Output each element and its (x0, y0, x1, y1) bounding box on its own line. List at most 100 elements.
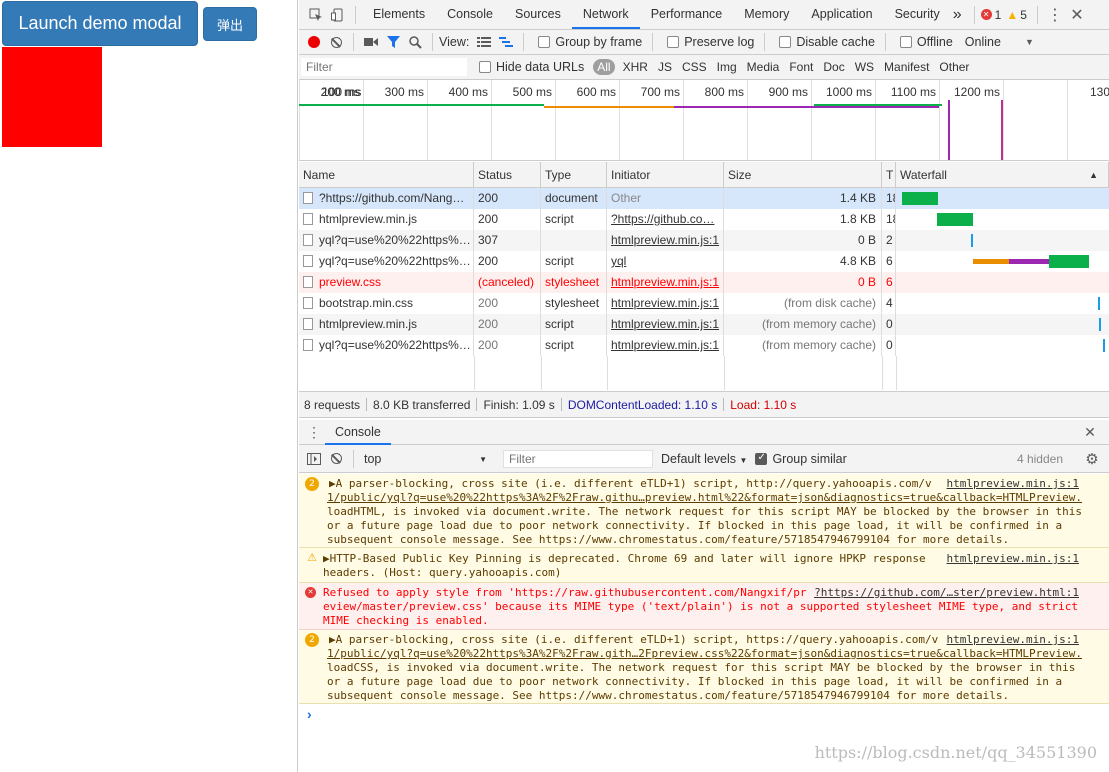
table-row[interactable]: htmlpreview.min.js 200 script htmlprevie… (299, 314, 1109, 335)
network-overview-timeline[interactable]: 100 ms 200 ms 300 ms 400 ms 500 ms 600 m… (299, 80, 1109, 161)
clear-console-icon[interactable] (325, 448, 347, 470)
table-row[interactable]: preview.css (canceled) stylesheet htmlpr… (299, 272, 1109, 293)
hide-data-urls-checkbox[interactable] (479, 61, 491, 73)
preserve-log-checkbox[interactable] (667, 36, 680, 48)
table-row[interactable]: yql?q=use%20%22https%… 200 script yql 4.… (299, 251, 1109, 272)
message-text[interactable]: 1/public/yql?q=use%20%22https%3A%2F%2Fra… (327, 491, 1082, 505)
request-size: 0 B (724, 230, 882, 251)
col-waterfall[interactable]: Waterfall ▲ (896, 162, 1109, 188)
error-counter[interactable]: ✕ 1 ▲ 5 (980, 7, 1027, 22)
request-time: 4 (882, 293, 896, 314)
console-settings-gear-icon[interactable]: ⚙ (1081, 448, 1103, 470)
console-message-warning[interactable]: 2 ▶A parser-blocking, cross site (i.e. d… (299, 630, 1109, 704)
type-filter-manifest[interactable]: Manifest (879, 60, 934, 74)
request-initiator[interactable]: htmlpreview.min.js:1 (607, 272, 724, 293)
show-sidebar-icon[interactable] (303, 448, 325, 470)
inspect-element-icon[interactable] (305, 4, 327, 26)
type-filter-other[interactable]: Other (934, 60, 974, 74)
console-message-warning[interactable]: ⚠ ▶HTTP-Based Public Key Pinning is depr… (299, 548, 1109, 583)
console-prompt-area[interactable]: › https://blog.csdn.net/qq_34551390 (299, 704, 1109, 772)
search-icon[interactable] (404, 31, 426, 53)
tab-console-drawer[interactable]: Console (325, 420, 391, 445)
console-message-warning[interactable]: 2 ▶A parser-blocking, cross site (i.e. d… (299, 474, 1109, 548)
clear-icon[interactable] (325, 31, 347, 53)
chevron-down-icon: ▼ (739, 455, 748, 465)
log-levels-select[interactable]: Default levels ▼ (661, 452, 747, 466)
col-time[interactable]: T (882, 162, 896, 188)
disable-cache-checkbox[interactable] (779, 36, 792, 48)
message-source-link[interactable]: htmlpreview.min.js:1 (947, 633, 1079, 647)
waterfall-overview-icon[interactable] (495, 31, 517, 53)
waterfall-bar (937, 213, 973, 226)
warning-icon: ▲ (1006, 7, 1019, 22)
more-tabs-icon[interactable]: » (953, 6, 962, 24)
close-drawer-icon[interactable]: ✕ (1079, 421, 1101, 443)
type-filter-doc[interactable]: Doc (818, 60, 849, 74)
drawer-menu-icon[interactable]: ⋮ (303, 421, 325, 443)
message-text: Refused to apply style from 'https://raw… (323, 586, 807, 599)
tab-security[interactable]: Security (884, 0, 951, 29)
col-type[interactable]: Type (541, 162, 607, 188)
message-text[interactable]: 1/public/yql?q=use%20%22https%3A%2F%2Fra… (327, 647, 1082, 661)
context-select[interactable]: top ▼ (360, 452, 495, 466)
filter-input[interactable] (301, 58, 467, 76)
message-source-link[interactable]: htmlpreview.min.js:1 (947, 477, 1079, 491)
tab-memory[interactable]: Memory (733, 0, 800, 29)
console-message-error[interactable]: ✕ Refused to apply style from 'https://r… (299, 583, 1109, 630)
table-row[interactable]: bootstrap.min.css 200 stylesheet htmlpre… (299, 293, 1109, 314)
customize-menu-icon[interactable]: ⋮ (1044, 4, 1066, 26)
record-icon[interactable] (303, 31, 325, 53)
type-filter-css[interactable]: CSS (677, 60, 712, 74)
message-source-link[interactable]: htmlpreview.min.js:1 (947, 552, 1079, 566)
col-name[interactable]: Name (299, 162, 474, 188)
console-filter-input[interactable] (503, 449, 653, 468)
col-size[interactable]: Size (724, 162, 882, 188)
throttle-select[interactable]: Online (965, 35, 1001, 49)
tab-elements[interactable]: Elements (362, 0, 436, 29)
request-initiator[interactable]: htmlpreview.min.js:1 (607, 335, 724, 356)
type-filter-ws[interactable]: WS (850, 60, 879, 74)
request-initiator[interactable]: yql (607, 251, 724, 272)
tab-console[interactable]: Console (436, 0, 504, 29)
table-row[interactable]: htmlpreview.min.js 200 script ?https://g… (299, 209, 1109, 230)
close-devtools-icon[interactable]: ✕ (1066, 4, 1088, 26)
col-status[interactable]: Status (474, 162, 541, 188)
request-count: 8 requests (304, 397, 361, 412)
request-time: 0 (882, 314, 896, 335)
launch-demo-modal-button[interactable]: Launch demo modal (2, 1, 198, 46)
type-filter-all[interactable]: All (593, 59, 615, 75)
message-source-link[interactable]: ?https://github.com/…ster/preview.html:1 (814, 586, 1079, 600)
group-similar-checkbox[interactable] (755, 452, 768, 465)
device-toolbar-icon[interactable] (327, 4, 349, 26)
tab-application[interactable]: Application (800, 0, 883, 29)
offline-checkbox[interactable] (899, 36, 912, 48)
request-initiator[interactable]: ?https://github.co… (607, 209, 724, 230)
capture-screenshots-icon[interactable] (360, 31, 382, 53)
timeline-bar (299, 104, 544, 106)
popup-button[interactable]: 弹出 (203, 7, 257, 41)
request-time: 18 (882, 188, 896, 209)
type-filter-img[interactable]: Img (712, 60, 742, 74)
type-filter-xhr[interactable]: XHR (618, 60, 653, 74)
request-type (541, 230, 607, 251)
type-filter-font[interactable]: Font (784, 60, 818, 74)
tab-network[interactable]: Network (571, 0, 640, 29)
tab-performance[interactable]: Performance (640, 0, 734, 29)
type-filter-media[interactable]: Media (742, 60, 785, 74)
table-row[interactable]: yql?q=use%20%22https%… 200 script htmlpr… (299, 335, 1109, 356)
table-row[interactable]: yql?q=use%20%22https%… 307 htmlpreview.m… (299, 230, 1109, 251)
request-initiator[interactable]: htmlpreview.min.js:1 (607, 293, 724, 314)
waterfall-bar (902, 192, 938, 205)
request-size: 1.4 KB (724, 188, 882, 209)
large-rows-icon[interactable] (473, 31, 495, 53)
col-initiator[interactable]: Initiator (607, 162, 724, 188)
group-by-frame-checkbox[interactable] (538, 36, 551, 48)
request-time: 2 (882, 230, 896, 251)
request-initiator[interactable]: htmlpreview.min.js:1 (607, 314, 724, 335)
chevron-down-icon[interactable]: ▼ (1025, 37, 1034, 47)
filter-icon[interactable] (382, 31, 404, 53)
tab-sources[interactable]: Sources (504, 0, 572, 29)
request-initiator[interactable]: htmlpreview.min.js:1 (607, 230, 724, 251)
table-row[interactable]: ?https://github.com/Nang… 200 document O… (299, 188, 1109, 209)
type-filter-js[interactable]: JS (653, 60, 677, 74)
